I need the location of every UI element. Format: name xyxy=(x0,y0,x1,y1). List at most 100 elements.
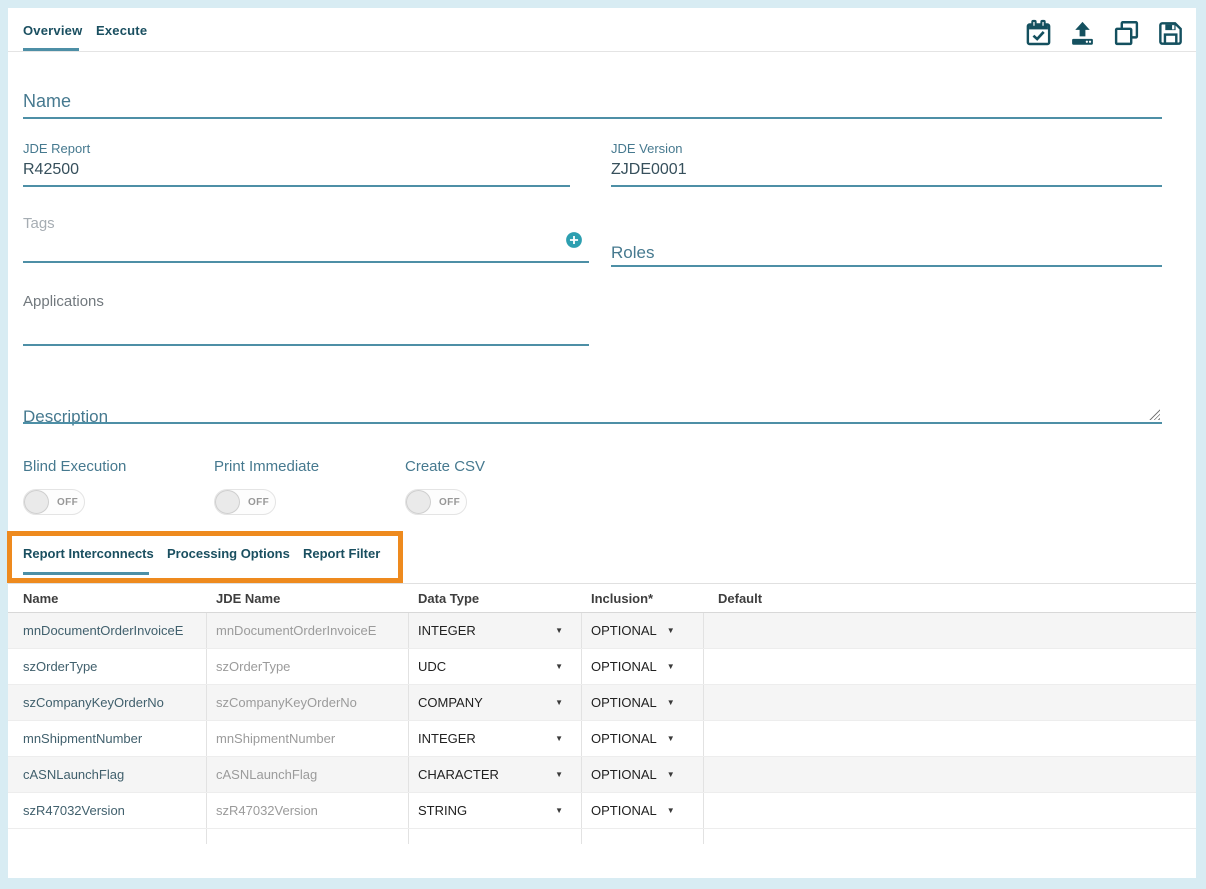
cell-default[interactable] xyxy=(704,649,1196,684)
tab-report-filter[interactable]: Report Filter xyxy=(303,546,380,561)
dropdown-arrow-icon: ▼ xyxy=(555,698,563,707)
tab-processing-options[interactable]: Processing Options xyxy=(167,546,290,561)
create-csv-label: Create CSV xyxy=(405,458,485,475)
print-immediate-toggle[interactable]: OFF xyxy=(214,489,276,515)
main-card: Overview Execute xyxy=(8,8,1196,878)
schedule-calendar-check-icon[interactable] xyxy=(1024,19,1053,48)
inclusion-select[interactable]: OPTIONAL▼ xyxy=(591,731,675,746)
description-textarea[interactable] xyxy=(23,422,1162,424)
table-row: cASNLaunchFlag cASNLaunchFlag CHARACTER▼… xyxy=(8,757,1196,793)
inclusion-select[interactable]: OPTIONAL▼ xyxy=(591,623,675,638)
blind-execution-label: Blind Execution xyxy=(23,458,126,475)
dropdown-arrow-icon: ▼ xyxy=(667,626,675,635)
jde-report-label: JDE Report xyxy=(23,141,570,156)
inclusion-select[interactable]: OPTIONAL▼ xyxy=(591,659,675,674)
toggle-state-label: OFF xyxy=(57,497,78,508)
column-header-default: Default xyxy=(704,584,1196,612)
data-type-select[interactable]: COMPANY▼ xyxy=(418,695,581,710)
cell-default[interactable] xyxy=(704,757,1196,792)
roles-field-label: Roles xyxy=(611,243,654,263)
table-row: szCompanyKeyOrderNo szCompanyKeyOrderNo … xyxy=(8,685,1196,721)
jde-version-value[interactable]: ZJDE0001 xyxy=(611,161,1162,179)
tab-execute[interactable]: Execute xyxy=(96,23,147,38)
dropdown-arrow-icon: ▼ xyxy=(667,698,675,707)
column-separator-stub xyxy=(703,829,704,844)
tags-input[interactable] xyxy=(23,261,589,263)
cell-name: szCompanyKeyOrderNo xyxy=(8,685,207,720)
cell-jde-name: szOrderType xyxy=(207,649,409,684)
active-section-tab-indicator xyxy=(23,572,149,575)
table-row: mnShipmentNumber mnShipmentNumber INTEGE… xyxy=(8,721,1196,757)
toggle-knob xyxy=(406,490,431,514)
save-icon[interactable] xyxy=(1156,19,1185,48)
toggle-knob xyxy=(215,490,240,514)
tabbar-divider xyxy=(8,51,1196,52)
cell-jde-name: mnDocumentOrderInvoiceE xyxy=(207,613,409,648)
cell-default[interactable] xyxy=(704,721,1196,756)
cell-name: mnShipmentNumber xyxy=(8,721,207,756)
column-header-jde-name: JDE Name xyxy=(207,584,409,612)
table-row: szR47032Version szR47032Version STRING▼ … xyxy=(8,793,1196,829)
column-header-name: Name xyxy=(8,584,207,612)
data-type-select[interactable]: UDC▼ xyxy=(418,659,581,674)
cell-name: szR47032Version xyxy=(8,793,207,828)
column-separator-stub xyxy=(206,829,207,844)
data-type-select[interactable]: STRING▼ xyxy=(418,803,581,818)
add-tag-button[interactable] xyxy=(565,231,583,249)
create-csv-toggle[interactable]: OFF xyxy=(405,489,467,515)
jde-report-field[interactable]: JDE Report R42500 xyxy=(23,141,570,187)
dropdown-arrow-icon: ▼ xyxy=(555,662,563,671)
cell-jde-name: mnShipmentNumber xyxy=(207,721,409,756)
description-field-label: Description xyxy=(23,407,108,427)
jde-version-underline xyxy=(611,185,1162,187)
applications-field-label: Applications xyxy=(23,293,104,310)
name-field-label: Name xyxy=(23,91,71,112)
data-type-select[interactable]: INTEGER▼ xyxy=(418,623,581,638)
toggle-knob xyxy=(24,490,49,514)
tab-overview[interactable]: Overview xyxy=(23,23,82,38)
jde-version-field[interactable]: JDE Version ZJDE0001 xyxy=(611,141,1162,187)
inclusion-select[interactable]: OPTIONAL▼ xyxy=(591,803,675,818)
cell-default[interactable] xyxy=(704,613,1196,648)
tags-field-label: Tags xyxy=(23,215,55,232)
blind-execution-toggle[interactable]: OFF xyxy=(23,489,85,515)
inclusion-select[interactable]: OPTIONAL▼ xyxy=(591,767,675,782)
upload-icon[interactable] xyxy=(1068,19,1097,48)
column-separator-stub xyxy=(408,829,409,844)
dropdown-arrow-icon: ▼ xyxy=(555,806,563,815)
data-type-select[interactable]: CHARACTER▼ xyxy=(418,767,581,782)
cell-name: szOrderType xyxy=(8,649,207,684)
dropdown-arrow-icon: ▼ xyxy=(667,806,675,815)
toggle-state-label: OFF xyxy=(248,497,269,508)
inclusion-select[interactable]: OPTIONAL▼ xyxy=(591,695,675,710)
cell-name: mnDocumentOrderInvoiceE xyxy=(8,613,207,648)
applications-input[interactable] xyxy=(23,344,589,346)
cell-default[interactable] xyxy=(704,685,1196,720)
interconnects-table: Name JDE Name Data Type Inclusion* Defau… xyxy=(8,583,1196,829)
cell-jde-name: szR47032Version xyxy=(207,793,409,828)
cell-name: cASNLaunchFlag xyxy=(8,757,207,792)
jde-report-underline xyxy=(23,185,570,187)
dropdown-arrow-icon: ▼ xyxy=(555,626,563,635)
dropdown-arrow-icon: ▼ xyxy=(667,662,675,671)
tab-report-interconnects[interactable]: Report Interconnects xyxy=(23,546,154,561)
cell-default[interactable] xyxy=(704,793,1196,828)
column-header-inclusion: Inclusion* xyxy=(582,584,704,612)
data-type-select[interactable]: INTEGER▼ xyxy=(418,731,581,746)
table-row: szOrderType szOrderType UDC▼ OPTIONAL▼ xyxy=(8,649,1196,685)
toolbar xyxy=(1024,19,1185,48)
cell-jde-name: szCompanyKeyOrderNo xyxy=(207,685,409,720)
jde-version-label: JDE Version xyxy=(611,141,1162,156)
roles-input[interactable] xyxy=(611,265,1162,267)
name-input[interactable] xyxy=(23,117,1162,119)
toggle-state-label: OFF xyxy=(439,497,460,508)
dropdown-arrow-icon: ▼ xyxy=(555,770,563,779)
dropdown-arrow-icon: ▼ xyxy=(667,770,675,779)
dropdown-arrow-icon: ▼ xyxy=(667,734,675,743)
jde-report-value[interactable]: R42500 xyxy=(23,161,570,179)
table-row: mnDocumentOrderInvoiceE mnDocumentOrderI… xyxy=(8,613,1196,649)
textarea-resize-handle-icon[interactable] xyxy=(1149,409,1160,420)
copy-icon[interactable] xyxy=(1112,19,1141,48)
cell-jde-name: cASNLaunchFlag xyxy=(207,757,409,792)
dropdown-arrow-icon: ▼ xyxy=(555,734,563,743)
